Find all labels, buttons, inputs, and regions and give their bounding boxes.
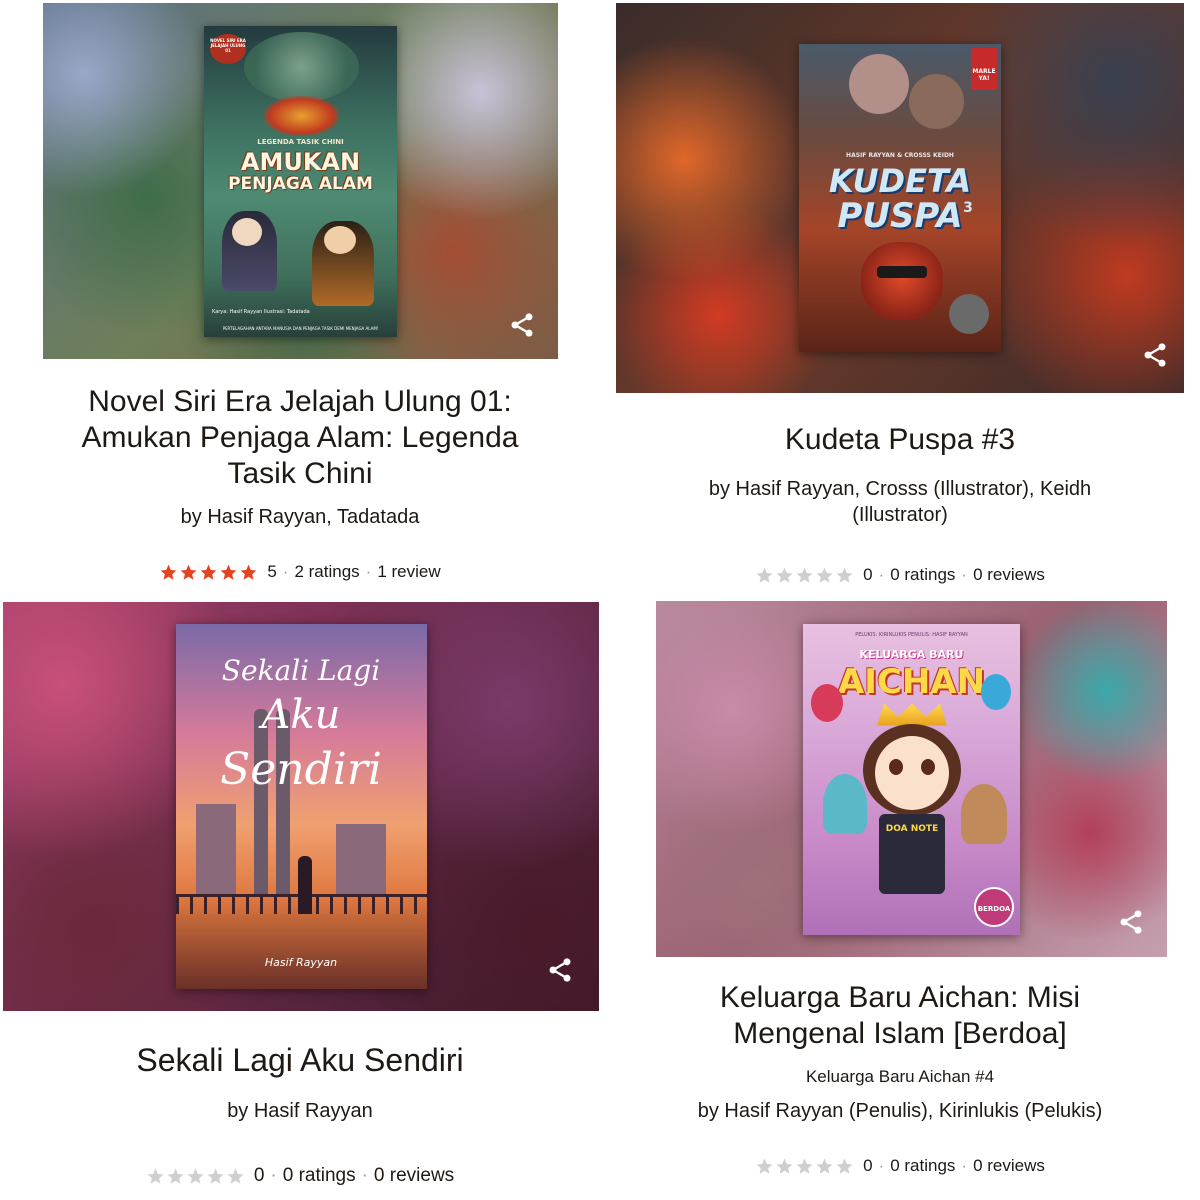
- cover-badge: BERDOA: [977, 904, 1011, 913]
- book-byline[interactable]: by Hasif Rayyan: [60, 1098, 540, 1124]
- rating-row: 0 · 0 ratings · 0 reviews: [660, 565, 1140, 585]
- ratings-count[interactable]: 2 ratings: [294, 562, 359, 582]
- cover-publisher: MARLE YA!: [972, 68, 996, 82]
- book-title[interactable]: Keluarga Baru Aichan: Misi Mengenal Isla…: [660, 980, 1140, 1052]
- book-cover-2[interactable]: MARLE YA! HASIF RAYYAN & CROSSS KEIDH KU…: [799, 44, 1001, 352]
- star-empty-icon: [836, 567, 853, 583]
- rating-score: 0: [863, 1156, 873, 1175]
- share-icon: [511, 313, 533, 337]
- rating-score: 0: [863, 565, 873, 584]
- star-empty-icon: [227, 1168, 244, 1184]
- ratings-count[interactable]: 0 ratings: [890, 1156, 955, 1176]
- cover-title-line2: PENJAGA ALAM: [228, 173, 373, 194]
- star-empty-icon: [756, 567, 773, 583]
- rating-row: 0 · 0 ratings · 0 reviews: [660, 1156, 1140, 1176]
- book-banner-2[interactable]: MARLE YA! HASIF RAYYAN & CROSSS KEIDH KU…: [616, 3, 1184, 393]
- star-filled-icon: [160, 564, 177, 580]
- share-button-1[interactable]: [504, 307, 540, 343]
- share-icon: [1120, 910, 1142, 934]
- share-button-2[interactable]: [1137, 337, 1173, 373]
- book-byline[interactable]: by Hasif Rayyan (Penulis), Kirinlukis (P…: [640, 1098, 1160, 1124]
- cover-series-name: KELUARGA BARU: [859, 647, 964, 661]
- reviews-count[interactable]: 0 reviews: [973, 565, 1045, 585]
- star-rating: [159, 563, 259, 582]
- star-empty-icon: [816, 567, 833, 583]
- cover-title-line2: Aku: [261, 692, 341, 738]
- star-empty-icon: [147, 1168, 164, 1184]
- star-rating: [755, 566, 855, 585]
- share-icon: [549, 958, 571, 982]
- reviews-count[interactable]: 0 reviews: [374, 1165, 454, 1187]
- reviews-count[interactable]: 1 review: [377, 562, 440, 582]
- cover-subtitle: LEGENDA TASIK CHINI: [257, 137, 344, 146]
- book-card-2[interactable]: MARLE YA! HASIF RAYYAN & CROSSS KEIDH KU…: [600, 0, 1200, 600]
- book-banner-3[interactable]: Sekali Lagi Aku Sendiri Hasif Rayyan: [3, 602, 599, 1011]
- star-filled-icon: [240, 564, 257, 580]
- book-title[interactable]: Sekali Lagi Aku Sendiri: [40, 1042, 560, 1078]
- book-byline[interactable]: by Hasif Rayyan, Tadatada: [40, 504, 560, 530]
- book-cover-3[interactable]: Sekali Lagi Aku Sendiri Hasif Rayyan: [175, 624, 427, 989]
- star-empty-icon: [836, 1158, 853, 1174]
- book-banner-1[interactable]: NOVEL SIRI ERA JELAJAH ULUNG 01 LEGENDA …: [43, 3, 558, 359]
- star-rating: [146, 1167, 246, 1186]
- ratings-count[interactable]: 0 ratings: [283, 1165, 356, 1187]
- star-rating: [755, 1157, 855, 1176]
- book-banner-4[interactable]: PELUKIS: KIRINLUKIS PENULIS: HASIF RAYYA…: [656, 601, 1167, 957]
- book-cover-1[interactable]: NOVEL SIRI ERA JELAJAH ULUNG 01 LEGENDA …: [204, 25, 397, 337]
- share-icon: [1144, 343, 1166, 367]
- star-empty-icon: [776, 1158, 793, 1174]
- star-filled-icon: [180, 564, 197, 580]
- book-series[interactable]: Keluarga Baru Aichan #4: [660, 1066, 1140, 1088]
- ratings-count[interactable]: 0 ratings: [890, 565, 955, 585]
- cover-credits: PELUKIS: KIRINLUKIS PENULIS: HASIF RAYYA…: [855, 631, 968, 638]
- book-byline[interactable]: by Hasif Rayyan, Crosss (Illustrator), K…: [680, 476, 1120, 528]
- book-title[interactable]: Kudeta Puspa #3: [660, 422, 1140, 458]
- book-card-1[interactable]: NOVEL SIRI ERA JELAJAH ULUNG 01 LEGENDA …: [0, 0, 600, 600]
- star-empty-icon: [796, 567, 813, 583]
- cover-number: 3: [963, 200, 973, 216]
- cover-book-label: DOA NOTE: [885, 823, 939, 834]
- star-empty-icon: [207, 1168, 224, 1184]
- share-button-4[interactable]: [1113, 904, 1149, 940]
- book-cover-4[interactable]: PELUKIS: KIRINLUKIS PENULIS: HASIF RAYYA…: [803, 623, 1020, 935]
- cover-title-line1: KUDETA: [828, 162, 972, 200]
- cover-author: Hasif Rayyan: [264, 956, 338, 969]
- rating-score: 5: [267, 562, 277, 581]
- star-empty-icon: [756, 1158, 773, 1174]
- star-empty-icon: [167, 1168, 184, 1184]
- cover-badge: NOVEL SIRI ERA JELAJAH ULUNG 01: [210, 37, 246, 53]
- star-empty-icon: [816, 1158, 833, 1174]
- book-title[interactable]: Novel Siri Era Jelajah Ulung 01: Amukan …: [60, 384, 540, 492]
- rating-row: 5 · 2 ratings · 1 review: [60, 562, 540, 582]
- cover-title-line1: Sekali Lagi: [221, 654, 381, 687]
- cover-title-line3: Sendiri: [220, 744, 382, 795]
- share-button-3[interactable]: [542, 952, 578, 988]
- cover-credits: HASIF RAYYAN & CROSSS KEIDH: [846, 152, 954, 159]
- star-filled-icon: [200, 564, 217, 580]
- star-empty-icon: [776, 567, 793, 583]
- book-card-4[interactable]: PELUKIS: KIRINLUKIS PENULIS: HASIF RAYYA…: [600, 600, 1200, 1200]
- book-card-3[interactable]: Sekali Lagi Aku Sendiri Hasif Rayyan Sek…: [0, 600, 600, 1200]
- rating-row: 0 · 0 ratings · 0 reviews: [60, 1165, 540, 1187]
- rating-score: 0: [253, 1165, 265, 1186]
- star-filled-icon: [220, 564, 237, 580]
- cover-title-line1: AMUKAN: [240, 147, 361, 176]
- star-empty-icon: [796, 1158, 813, 1174]
- cover-footer: PERTELAGAHAN ANTARA MANUSIA DAN PENJAGA …: [222, 325, 379, 331]
- star-empty-icon: [187, 1168, 204, 1184]
- cover-credits: Karya: Hasif Rayyan Ilustrasi: Tadatada: [212, 308, 310, 315]
- reviews-count[interactable]: 0 reviews: [973, 1156, 1045, 1176]
